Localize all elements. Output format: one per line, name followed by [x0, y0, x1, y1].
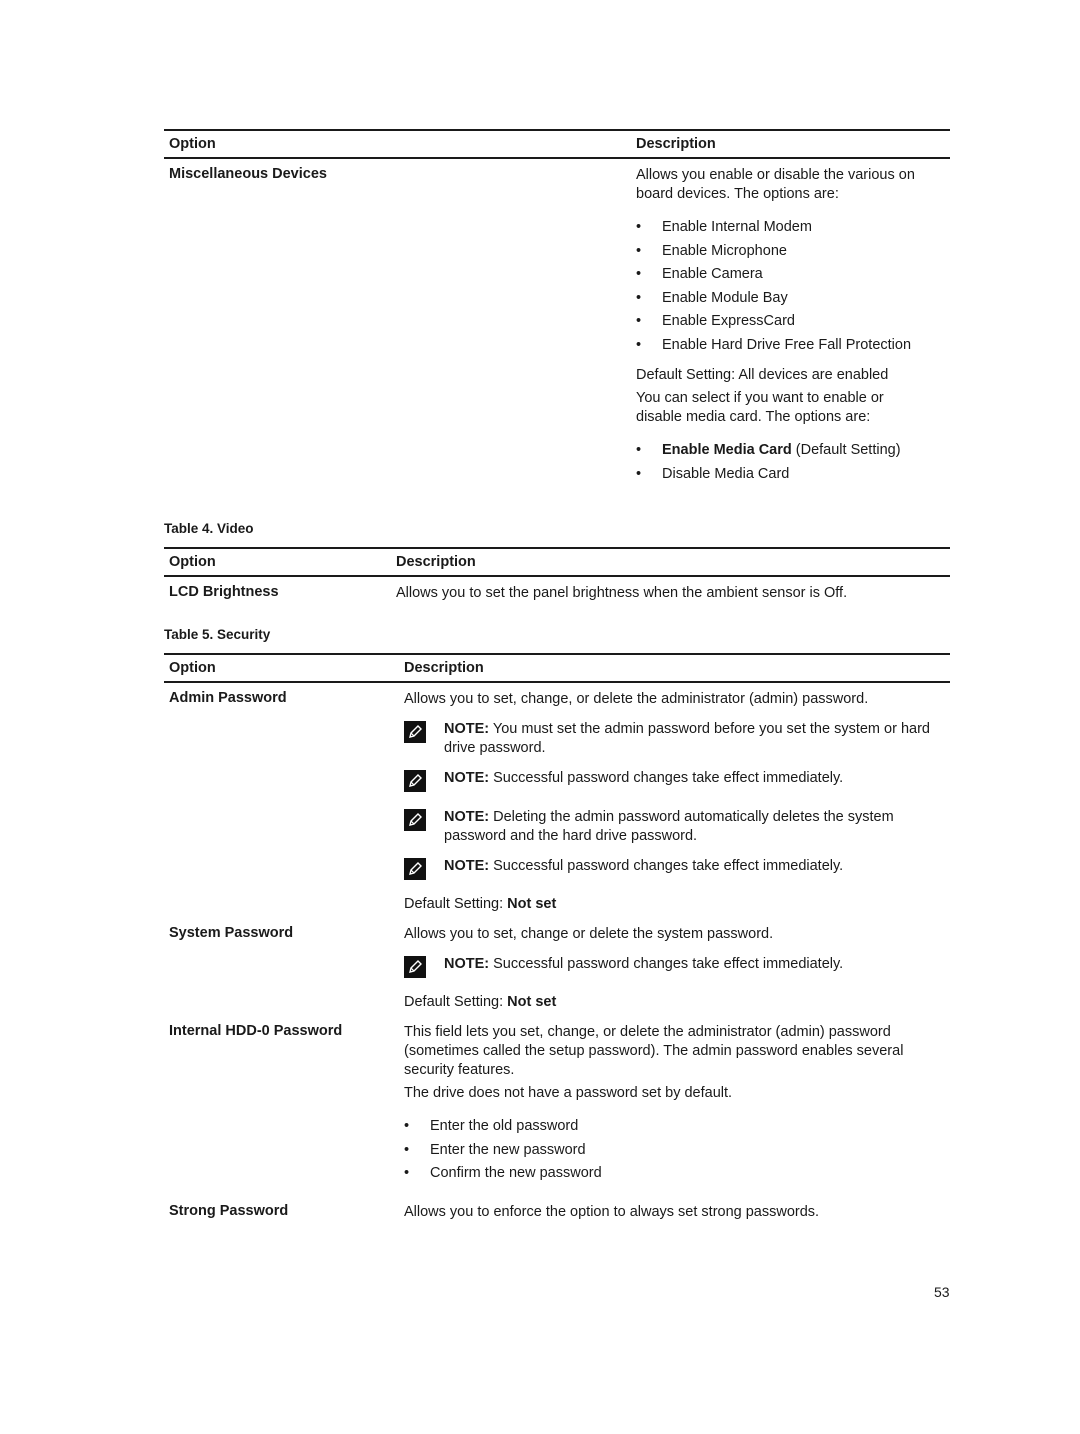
note: NOTE: Successful password changes take e…	[404, 955, 944, 978]
note-body: Successful password changes take effect …	[489, 858, 844, 874]
option-description: This field lets you set, change, or dele…	[404, 1023, 934, 1186]
list-item: Confirm the new password	[404, 1162, 934, 1186]
header-description: Description	[404, 660, 484, 676]
list-item: Enable Media Card (Default Setting)	[636, 439, 928, 463]
default-setting: Default Setting: Not set	[404, 993, 944, 1012]
header-option: Option	[169, 660, 216, 676]
header-option: Option	[169, 554, 216, 570]
media-option-bold: Enable Media Card	[662, 442, 792, 458]
table-row: System Password Allows you to set, chang…	[164, 925, 950, 1012]
note-body: Deleting the admin password automaticall…	[444, 809, 894, 844]
list-item: Enable Module Bay	[636, 287, 928, 311]
option-name: System Password	[169, 925, 294, 941]
option-description: Allows you to set the panel brightness w…	[396, 585, 848, 601]
list-item: Enter the old password	[404, 1115, 934, 1139]
option-description: Allows you to enforce the option to alwa…	[404, 1203, 820, 1220]
table-row: Internal HDD-0 Password This field lets …	[164, 1023, 950, 1186]
pencil-note-icon	[404, 858, 426, 880]
note: NOTE: You must set the admin password be…	[404, 720, 944, 758]
note: NOTE: Successful password changes take e…	[404, 769, 944, 792]
table-row: LCD Brightness Allows you to set the pan…	[164, 584, 950, 603]
table-row: Admin Password Allows you to set, change…	[164, 690, 950, 914]
document-page: Option Description Miscellaneous Devices…	[164, 129, 950, 1220]
table-header: Option Description	[164, 547, 950, 577]
default-label: Default Setting:	[404, 994, 508, 1010]
note-body: You must set the admin password before y…	[444, 721, 930, 756]
list-item: Enable Hard Drive Free Fall Protection	[636, 334, 928, 358]
media-card-intro: You can select if you want to enable or …	[636, 390, 884, 425]
description-text: Allows you enable or disable the various…	[636, 167, 915, 202]
note-label: NOTE:	[444, 956, 490, 972]
default-setting: Default Setting: Not set	[404, 895, 944, 914]
table-row: Miscellaneous Devices Allows you enable …	[164, 166, 950, 486]
description-extra: The drive does not have a password set b…	[404, 1085, 733, 1101]
note-text: NOTE: You must set the admin password be…	[444, 720, 944, 758]
page-number: 53	[934, 1284, 950, 1300]
note-label: NOTE:	[444, 770, 490, 786]
option-description: Allows you enable or disable the various…	[636, 166, 928, 486]
list-item: Enable Microphone	[636, 240, 928, 264]
media-card-list: Enable Media Card (Default Setting) Disa…	[636, 439, 928, 486]
table-caption: Table 4. Video	[164, 521, 254, 536]
media-option-rest: (Default Setting)	[791, 442, 901, 458]
list-item: Enable ExpressCard	[636, 310, 928, 334]
description-text: Allows you to set, change or delete the …	[404, 926, 774, 942]
option-name: Admin Password	[169, 690, 287, 706]
note-body: Successful password changes take effect …	[489, 956, 844, 972]
note-body: Successful password changes take effect …	[489, 770, 844, 786]
note-label: NOTE:	[444, 721, 490, 737]
note-label: NOTE:	[444, 858, 490, 874]
default-setting: Default Setting: All devices are enabled	[636, 367, 889, 383]
table-caption: Table 5. Security	[164, 627, 271, 642]
default-label: Default Setting:	[404, 896, 508, 912]
note: NOTE: Deleting the admin password automa…	[404, 808, 944, 846]
option-name: Miscellaneous Devices	[169, 166, 327, 182]
list-item: Disable Media Card	[636, 463, 928, 487]
note-text: NOTE: Successful password changes take e…	[444, 769, 843, 788]
device-list: Enable Internal Modem Enable Microphone …	[636, 216, 928, 357]
list-item: Enable Internal Modem	[636, 216, 928, 240]
note: NOTE: Successful password changes take e…	[404, 857, 944, 880]
media-option-rest: Disable Media Card	[662, 465, 790, 482]
option-name: Internal HDD-0 Password	[169, 1023, 343, 1039]
list-item: Enable Camera	[636, 263, 928, 287]
pencil-note-icon	[404, 770, 426, 792]
option-description: Allows you to set, change or delete the …	[404, 925, 944, 1012]
option-name: LCD Brightness	[169, 584, 279, 600]
pencil-note-icon	[404, 721, 426, 743]
table-security: Option Description Admin Password Allows…	[164, 653, 950, 1222]
table-header: Option Description	[164, 653, 950, 683]
header-description: Description	[636, 136, 716, 152]
option-description: Allows you to set, change, or delete the…	[404, 690, 944, 914]
note-label: NOTE:	[444, 809, 490, 825]
table-system-configuration: Option Description Miscellaneous Devices…	[164, 129, 950, 486]
table-header: Option Description	[164, 129, 950, 159]
pencil-note-icon	[404, 809, 426, 831]
description-text: Allows you to set, change, or delete the…	[404, 691, 869, 707]
header-description: Description	[396, 554, 476, 570]
note-text: NOTE: Deleting the admin password automa…	[444, 808, 944, 846]
note-text: NOTE: Successful password changes take e…	[444, 857, 843, 876]
default-value: Not set	[507, 994, 557, 1010]
list-item: Enter the new password	[404, 1139, 934, 1163]
table-video: Option Description LCD Brightness Allows…	[164, 547, 950, 603]
note-text: NOTE: Successful password changes take e…	[444, 955, 843, 974]
header-option: Option	[169, 136, 216, 152]
description-text: This field lets you set, change, or dele…	[404, 1024, 904, 1078]
pencil-note-icon	[404, 956, 426, 978]
table-row: Strong Password Allows you to enforce th…	[164, 1203, 950, 1222]
steps-list: Enter the old password Enter the new pas…	[404, 1115, 934, 1186]
default-value: Not set	[507, 896, 557, 912]
option-name: Strong Password	[169, 1202, 289, 1219]
